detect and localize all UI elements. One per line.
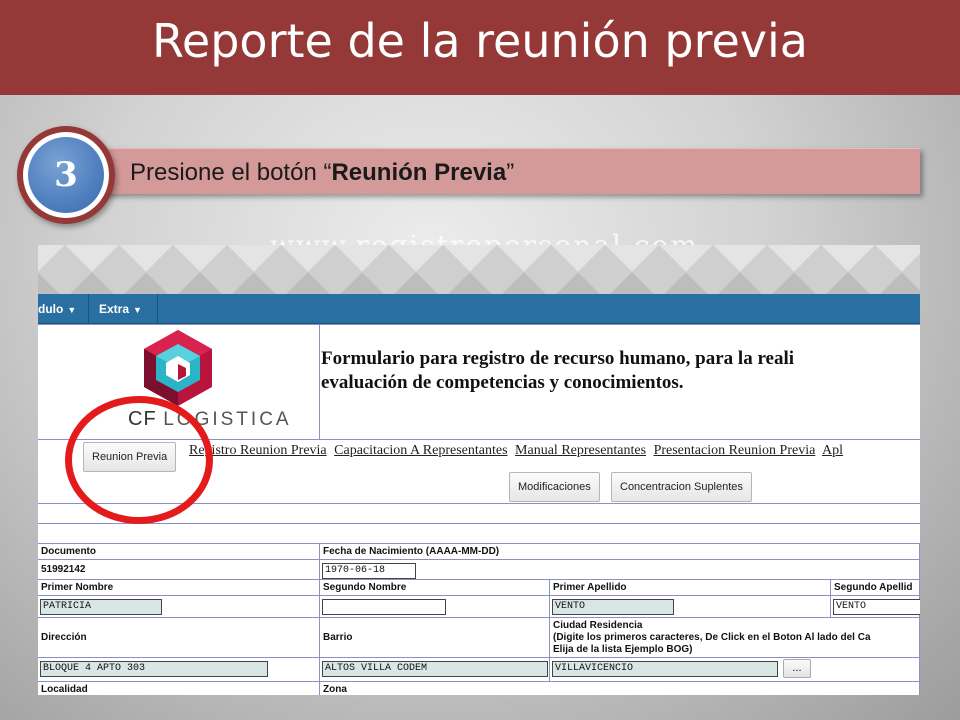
link-apl[interactable]: Apl [822,443,843,458]
concentracion-suplentes-button[interactable]: Concentracion Suplentes [611,472,752,502]
ciudad-residencia-label: Ciudad Residencia (Digite los primeros c… [550,618,920,658]
barrio-field[interactable]: ALTOS VILLA CODEM [322,661,548,677]
segundo-nombre-label: Segundo Nombre [320,580,550,596]
primer-nombre-field[interactable]: PATRICIA [40,599,162,615]
title-banner: Reporte de la reunión previa [0,0,960,95]
ciudad-lookup-button[interactable]: ... [783,659,811,678]
form-title: Formulario para registro de recurso huma… [321,348,795,393]
segundo-apellido-label: Segundo Apellid [831,580,920,596]
step-instruction-text: Presione el botón “Reunión Previa” [130,159,515,186]
step-instruction-bar: Presione el botón “Reunión Previa” [92,148,920,194]
blank-row [38,524,920,544]
menu-bar: dulo ▼ Extra ▼ [38,294,920,324]
ciudad-residencia-field[interactable]: VILLAVICENCIO [552,661,778,677]
zona-label: Zona [320,682,920,695]
step-number: 3 [28,137,104,213]
step-instruction-highlight: Reunión Previa [331,159,507,186]
primer-nombre-label: Primer Nombre [38,580,320,596]
segundo-nombre-field[interactable] [322,599,446,615]
localidad-label: Localidad [38,682,320,695]
link-presentacion-reunion-previa[interactable]: Presentacion Reunion Previa [654,443,816,458]
header-pattern [38,245,920,294]
primer-apellido-label: Primer Apellido [550,580,831,596]
step-number-badge: 3 [17,126,115,224]
barrio-label: Barrio [320,618,550,658]
highlight-circle [65,396,213,524]
modificaciones-button[interactable]: Modificaciones [509,472,600,502]
direccion-label: Dirección [38,618,320,658]
documento-label: Documento [38,544,320,560]
primer-apellido-field[interactable]: VENTO [552,599,674,615]
slide-title: Reporte de la reunión previa [152,14,808,68]
segundo-apellido-field[interactable]: VENTO [833,599,920,615]
direccion-field[interactable]: BLOQUE 4 APTO 303 [40,661,268,677]
fecha-nacimiento-field[interactable]: 1970-06-18 [322,563,416,579]
menu-extra[interactable]: Extra ▼ [89,294,158,324]
documento-value: 51992142 [38,560,320,580]
links-bar: Registro Reunion Previa Capacitacion A R… [189,443,847,459]
logo-hexagon-icon [144,330,212,406]
fecha-nacimiento-label: Fecha de Nacimiento (AAAA-MM-DD) [320,544,920,560]
chevron-down-icon: ▼ [133,305,142,315]
menu-modulo[interactable]: dulo ▼ [38,294,89,324]
link-capacitacion-representantes[interactable]: Capacitacion A Representantes [334,443,507,458]
chevron-down-icon: ▼ [67,305,77,315]
link-manual-representantes[interactable]: Manual Representantes [515,443,646,458]
